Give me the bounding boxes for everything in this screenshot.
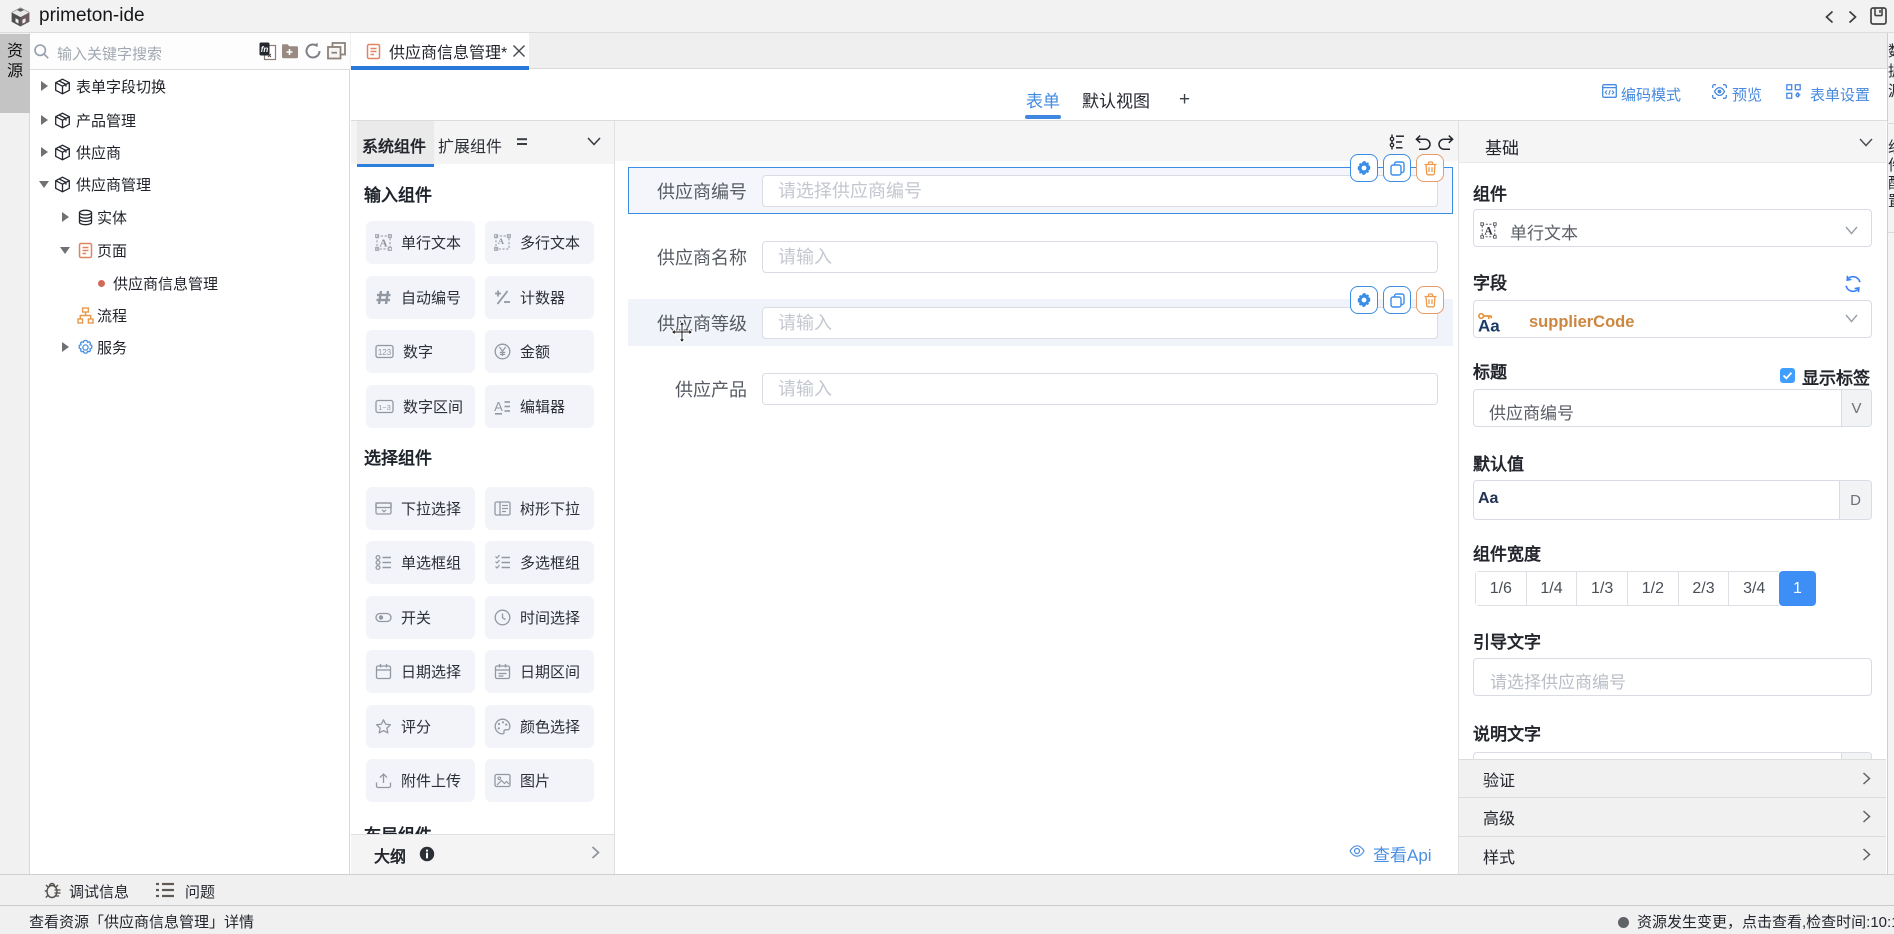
svg-text:fn: fn (261, 45, 269, 54)
svg-text:A: A (1484, 225, 1493, 237)
svg-text:Aa: Aa (1478, 317, 1500, 335)
